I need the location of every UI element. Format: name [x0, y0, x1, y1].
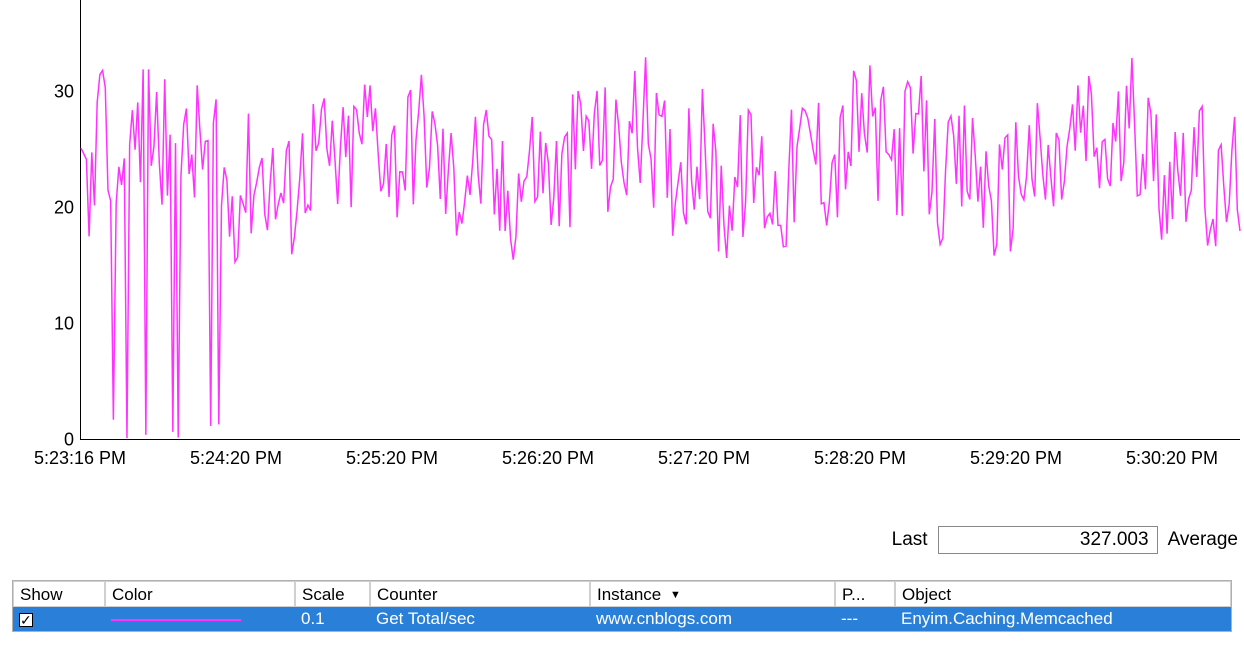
- header-instance-label: Instance: [597, 585, 661, 604]
- y-tick-10: 10: [54, 314, 74, 335]
- header-show[interactable]: Show: [13, 581, 105, 607]
- counter-header-row: Show Color Scale Counter Instance ▼ P...…: [13, 581, 1231, 607]
- x-tick-3: 5:26:20 PM: [502, 448, 594, 469]
- x-tick-5: 5:28:20 PM: [814, 448, 906, 469]
- average-label: Average: [1168, 529, 1238, 551]
- last-label: Last: [892, 529, 928, 551]
- cell-parent: ---: [835, 607, 895, 631]
- y-tick-30: 30: [54, 82, 74, 103]
- cell-color: [105, 607, 295, 631]
- x-tick-6: 5:29:20 PM: [970, 448, 1062, 469]
- header-object[interactable]: Object: [895, 581, 1231, 607]
- x-tick-0: 5:23:16 PM: [34, 448, 126, 469]
- perf-chart: 0 10 20 30 5:23:16 PM 5:24:20 PM 5:25:20…: [0, 0, 1244, 480]
- counter-list[interactable]: Show Color Scale Counter Instance ▼ P...…: [12, 580, 1232, 632]
- table-row[interactable]: 0.1 Get Total/sec www.cnblogs.com --- En…: [13, 607, 1231, 631]
- cell-object: Enyim.Caching.Memcached: [895, 607, 1231, 631]
- x-tick-7: 5:30:20 PM: [1126, 448, 1218, 469]
- header-instance[interactable]: Instance ▼: [590, 581, 835, 607]
- cell-scale: 0.1: [295, 607, 370, 631]
- header-counter[interactable]: Counter: [370, 581, 590, 607]
- header-scale[interactable]: Scale: [295, 581, 370, 607]
- cell-show[interactable]: [13, 607, 105, 631]
- series-color-swatch: [111, 619, 241, 621]
- cell-counter: Get Total/sec: [370, 607, 590, 631]
- header-color[interactable]: Color: [105, 581, 295, 607]
- status-bar: Last 327.003 Average: [0, 520, 1244, 560]
- chart-svg: [81, 0, 1240, 439]
- sort-desc-icon: ▼: [670, 582, 681, 607]
- x-tick-4: 5:27:20 PM: [658, 448, 750, 469]
- plot-region[interactable]: [80, 0, 1240, 440]
- header-parent[interactable]: P...: [835, 581, 895, 607]
- last-value: 327.003: [938, 526, 1158, 554]
- cell-instance: www.cnblogs.com: [590, 607, 835, 631]
- y-tick-20: 20: [54, 198, 74, 219]
- x-tick-2: 5:25:20 PM: [346, 448, 438, 469]
- checkbox-icon[interactable]: [19, 613, 33, 627]
- x-tick-1: 5:24:20 PM: [190, 448, 282, 469]
